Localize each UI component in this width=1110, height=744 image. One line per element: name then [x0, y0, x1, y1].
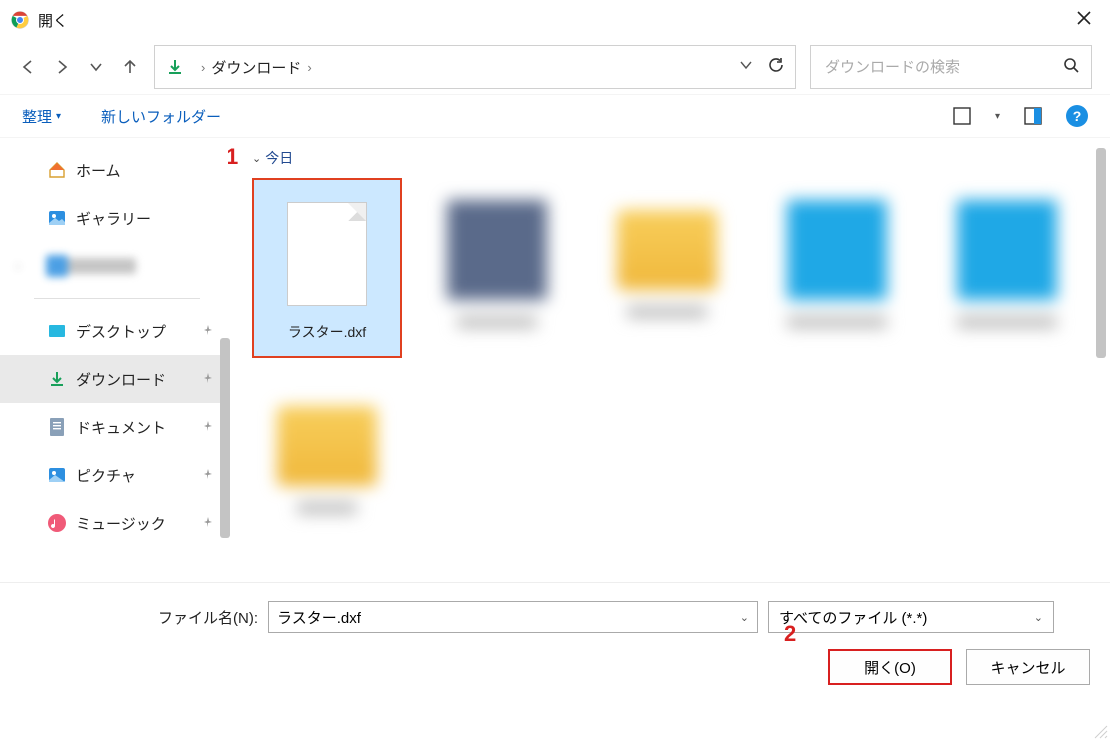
chevron-right-icon: ›: [201, 60, 205, 75]
sidebar-item-desktop[interactable]: デスクトップ: [0, 307, 228, 355]
pin-icon: [202, 371, 214, 388]
desktop-icon: [46, 320, 68, 342]
recent-button[interactable]: [86, 57, 106, 77]
download-arrow-icon: [46, 368, 68, 390]
filetype-value: すべてのファイル (*.*): [779, 607, 927, 628]
open-button[interactable]: 開く(O): [828, 649, 952, 685]
music-icon: [46, 512, 68, 534]
sidebar-item-documents[interactable]: ドキュメント: [0, 403, 228, 451]
home-icon: [46, 159, 68, 181]
titlebar: 開く: [0, 0, 1110, 40]
cloud-icon: [46, 255, 68, 277]
annotation-2: 2: [784, 621, 796, 647]
filename-input[interactable]: ラスター.dxf ⌄: [268, 601, 758, 633]
file-item[interactable]: [592, 178, 742, 358]
search-box[interactable]: [810, 45, 1092, 89]
sidebar-item-pictures[interactable]: ピクチャ: [0, 451, 228, 499]
resize-grip[interactable]: [1094, 725, 1108, 739]
organize-button[interactable]: 整理▾: [22, 106, 61, 127]
pictures-icon: [46, 464, 68, 486]
file-icon: [287, 202, 367, 306]
search-input[interactable]: [823, 58, 1055, 77]
new-folder-button[interactable]: 新しいフォルダー: [101, 106, 221, 127]
view-mode-button[interactable]: [953, 107, 971, 125]
pin-icon: [202, 467, 214, 484]
sidebar-item-music[interactable]: ミュージック: [0, 499, 228, 547]
back-button[interactable]: [18, 57, 38, 77]
breadcrumb-segment[interactable]: ダウンロード: [211, 57, 301, 78]
dropdown-icon[interactable]: [739, 58, 753, 77]
refresh-button[interactable]: [767, 56, 785, 79]
chevron-down-icon: ⌄: [252, 152, 261, 165]
nav-row: › ダウンロード ›: [0, 40, 1110, 94]
chevron-down-icon[interactable]: ⌄: [1034, 611, 1043, 624]
chevron-down-icon[interactable]: ▾: [995, 111, 1000, 122]
close-button[interactable]: [1076, 10, 1092, 31]
forward-button[interactable]: [52, 57, 72, 77]
toolbar: 整理▾ 新しいフォルダー ▾ ?: [0, 94, 1110, 138]
annotation-1: 1: [228, 144, 238, 170]
file-item[interactable]: [932, 178, 1082, 358]
group-header[interactable]: ⌄今日: [252, 138, 1096, 168]
filename-value: ラスター.dxf: [277, 607, 361, 628]
gallery-icon: [46, 207, 68, 229]
search-icon: [1063, 57, 1079, 78]
file-name: ラスター.dxf: [288, 322, 366, 342]
chrome-icon: [10, 10, 30, 30]
address-bar[interactable]: › ダウンロード ›: [154, 45, 796, 89]
document-icon: [46, 416, 68, 438]
cancel-button[interactable]: キャンセル: [966, 649, 1090, 685]
filetype-select[interactable]: すべてのファイル (*.*) ⌄: [768, 601, 1054, 633]
pin-icon: [202, 419, 214, 436]
pin-icon: [202, 323, 214, 340]
chevron-down-icon[interactable]: ⌄: [740, 611, 749, 624]
file-item[interactable]: [252, 374, 402, 524]
up-button[interactable]: [120, 57, 140, 77]
chevron-right-icon: ›: [16, 259, 20, 273]
file-item[interactable]: [422, 178, 572, 358]
chevron-right-icon: ›: [307, 60, 311, 75]
sidebar-item-downloads[interactable]: ダウンロード: [0, 355, 228, 403]
main-area: ホーム ギャラリー › デスクトップ ダウンロード: [0, 138, 1110, 582]
window-title: 開く: [38, 10, 68, 31]
sidebar-item-gallery[interactable]: ギャラリー: [0, 194, 228, 242]
sidebar: ホーム ギャラリー › デスクトップ ダウンロード: [0, 138, 228, 582]
chevron-down-icon: ▾: [56, 111, 61, 122]
divider: [34, 298, 200, 299]
help-button[interactable]: ?: [1066, 105, 1088, 127]
breadcrumb[interactable]: › ダウンロード ›: [195, 57, 729, 78]
file-item[interactable]: [762, 178, 912, 358]
sidebar-item-cloud[interactable]: ›: [0, 242, 228, 290]
file-list: 1 ⌄今日 ラスター.dxf: [228, 138, 1110, 582]
pin-icon: [202, 515, 214, 532]
file-item-selected[interactable]: ラスター.dxf: [252, 178, 402, 358]
scrollbar-thumb[interactable]: [1096, 148, 1106, 358]
preview-pane-button[interactable]: [1024, 107, 1042, 125]
download-arrow-icon: [165, 57, 185, 77]
bottom-panel: ファイル名(N): ラスター.dxf ⌄ すべてのファイル (*.*) ⌄ 2 …: [0, 582, 1110, 697]
sidebar-item-home[interactable]: ホーム: [0, 146, 228, 194]
filename-label: ファイル名(N):: [20, 607, 258, 628]
